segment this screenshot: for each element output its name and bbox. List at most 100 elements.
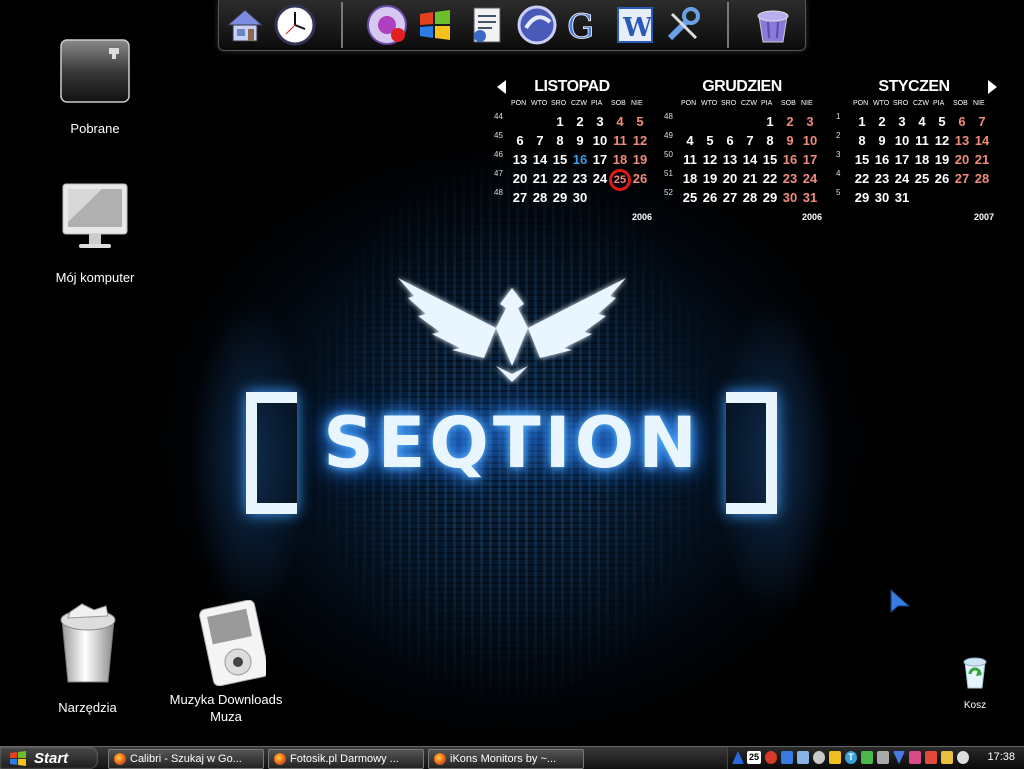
- browser-icon[interactable]: [515, 4, 559, 46]
- taskbar-task[interactable]: Calibri - Szukaj w Go...: [108, 749, 264, 769]
- calendar-day: 23: [874, 171, 890, 186]
- calendar-day: 27: [512, 190, 528, 205]
- windows-icon[interactable]: [413, 4, 457, 46]
- imac-monitor-icon: [62, 183, 128, 248]
- tray-arrow-icon[interactable]: [732, 751, 744, 764]
- tray-red-icon[interactable]: [925, 751, 937, 764]
- desktop-icon-kosz[interactable]: Kosz: [950, 656, 1000, 714]
- calendar-week-number: 4: [836, 169, 841, 178]
- calendar-day: 28: [974, 171, 990, 186]
- calendar-day-header: SRO: [893, 100, 909, 107]
- calendar-day-header: SOB: [953, 100, 968, 107]
- calendar-day: 21: [532, 171, 548, 186]
- tray-green-icon[interactable]: [861, 751, 873, 764]
- system-tray: 25 T 17:38: [727, 747, 1024, 769]
- calendar-day: 8: [556, 133, 564, 148]
- calendar-day: 2: [786, 114, 794, 129]
- calendar-day-header: PIA: [761, 100, 773, 107]
- taskbar-task[interactable]: iKons Monitors by ~...: [428, 749, 584, 769]
- calendar-day: 14: [974, 133, 990, 148]
- calendar-day: 11: [613, 133, 627, 148]
- calendar-day: 12: [702, 152, 718, 167]
- calendar-day: 19: [934, 152, 950, 167]
- clock[interactable]: 17:38: [987, 751, 1015, 763]
- calendar-day: 10: [592, 133, 608, 148]
- google-icon[interactable]: G: [561, 4, 605, 46]
- tray-printer-icon[interactable]: [877, 751, 889, 764]
- calendar-week-number: 44: [494, 112, 503, 121]
- calendar-week-number: 46: [494, 150, 503, 159]
- calendar-week-number: 49: [664, 131, 673, 140]
- calendar-day: 16: [874, 152, 890, 167]
- calendar-day: 14: [532, 152, 548, 167]
- calendar-day: 17: [592, 152, 608, 167]
- calendar-day-header: SRO: [721, 100, 737, 107]
- taskbar-task[interactable]: Fotosik.pl Darmowy ...: [268, 749, 424, 769]
- tools-icon[interactable]: [661, 4, 705, 46]
- tray-pink-icon[interactable]: [909, 751, 921, 764]
- calendar-day: 27: [722, 190, 738, 205]
- home-icon[interactable]: [223, 4, 267, 46]
- tray-gear-icon[interactable]: [765, 751, 777, 764]
- firefox-icon: [434, 753, 446, 765]
- calendar-day: 18: [914, 152, 930, 167]
- tray-t-icon[interactable]: T: [845, 751, 857, 764]
- calendar-day-header: SOB: [611, 100, 626, 107]
- calendar-day: 16: [782, 152, 798, 167]
- calendar-day: 16: [572, 152, 588, 167]
- calendar-week-number: 1: [836, 112, 841, 121]
- calendar-day: 6: [726, 133, 734, 148]
- word-icon[interactable]: W: [613, 4, 657, 46]
- tray-disc-icon[interactable]: [813, 751, 825, 764]
- start-button[interactable]: Start: [0, 747, 98, 769]
- calendar-day: 13: [722, 152, 738, 167]
- calendar-day: 17: [894, 152, 910, 167]
- drive-icon: [60, 39, 130, 103]
- tray-network-icon[interactable]: [781, 751, 793, 764]
- calendar-day: 9: [878, 133, 886, 148]
- calendar-day: 13: [512, 152, 528, 167]
- calendar-day-header: NIE: [631, 100, 643, 107]
- calendar-day: 9: [786, 133, 794, 148]
- calendar-week-number: 45: [494, 131, 503, 140]
- tray-volume-icon[interactable]: [957, 751, 969, 764]
- tray-monitor-icon[interactable]: [797, 751, 809, 764]
- desktop-icon-label: Kosz: [963, 700, 987, 711]
- wallpaper-logo-text: SEQTION: [323, 402, 701, 484]
- document-icon[interactable]: [465, 4, 509, 46]
- calendar-day: 10: [802, 133, 818, 148]
- calendar-day: 22: [552, 171, 568, 186]
- tray-folder-icon[interactable]: [941, 751, 953, 764]
- desktop-icon-my-computer[interactable]: Mój komputer: [40, 182, 150, 286]
- calendar-day: 12: [934, 133, 950, 148]
- desktop-icon-narzedzia[interactable]: Narzędzia: [30, 602, 145, 716]
- desktop-icon-muzyka[interactable]: Muzyka Downloads Muza: [160, 599, 292, 725]
- calendar-week-number: 52: [664, 188, 673, 197]
- calendar-day: 31: [894, 190, 910, 205]
- calendar-day: 2: [576, 114, 584, 129]
- calendar-day: 25: [914, 171, 930, 186]
- desktop-icon-label: Narzędzia: [58, 700, 117, 715]
- calendar-day: 14: [742, 152, 758, 167]
- task-label: Calibri - Szukaj w Go...: [130, 753, 242, 765]
- calendar-day: 24: [592, 171, 608, 186]
- tray-shield-icon[interactable]: [829, 751, 841, 764]
- firefox-icon: [114, 753, 126, 765]
- calendar-day: 8: [858, 133, 866, 148]
- calendar-day: 20: [954, 152, 970, 167]
- tray-calendar-icon[interactable]: 25: [747, 751, 761, 764]
- calendar-day: 8: [766, 133, 774, 148]
- tray-filter-icon[interactable]: [893, 751, 905, 764]
- clock-icon[interactable]: [273, 4, 317, 46]
- calendar-week-number: 48: [664, 112, 673, 121]
- firefox-icon: [274, 753, 286, 765]
- recycle-bin-icon[interactable]: [751, 4, 795, 46]
- dock-separator: [341, 2, 343, 48]
- calendar-day: 3: [596, 114, 604, 129]
- desktop-icon-pobrane[interactable]: Pobrane: [40, 38, 150, 137]
- calendar-day: 26: [702, 190, 718, 205]
- itunes-icon[interactable]: [365, 4, 409, 46]
- calendar-day-header: PIA: [591, 100, 603, 107]
- calendar-day: 28: [532, 190, 548, 205]
- calendar-day: 29: [854, 190, 870, 205]
